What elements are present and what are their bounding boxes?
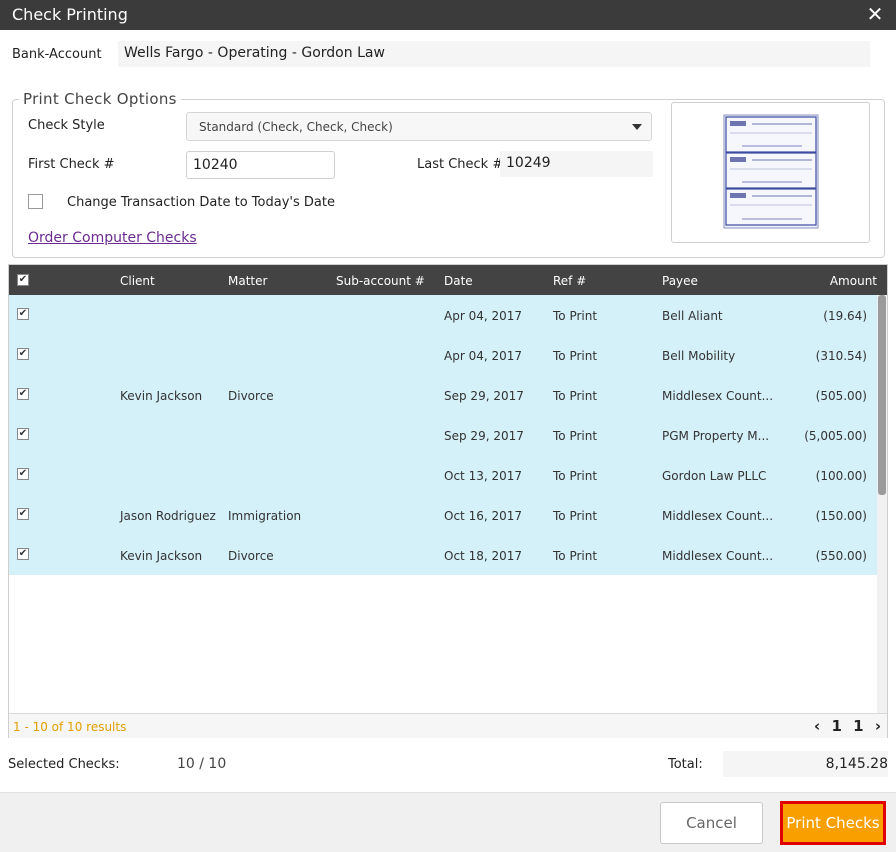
table-row[interactable]: ✔ Kevin Jackson Divorce Oct 18, 2017 To … [9,535,877,575]
cell-payee: Middlesex Count... [662,549,774,563]
cell-ref: To Print [553,349,598,363]
check-style-label: Check Style [28,118,105,133]
cell-ref: To Print [553,389,598,403]
header-ref[interactable]: Ref # [553,274,586,288]
cell-date: Oct 16, 2017 [444,509,522,523]
cell-ref: To Print [553,549,598,563]
checks-table: ✔ Client Matter Sub-account # Date Ref #… [8,264,888,738]
cell-payee: Middlesex Count... [662,509,774,523]
table-header: ✔ Client Matter Sub-account # Date Ref #… [9,265,887,295]
cell-date: Sep 29, 2017 [444,389,524,403]
print-checks-button[interactable]: Print Checks [780,801,886,845]
cell-payee: Bell Mobility [662,349,736,363]
row-checkbox[interactable]: ✔ [17,308,29,320]
table-row[interactable]: ✔ Apr 04, 2017 To Print Bell Aliant (19.… [9,295,877,335]
pager-next-icon[interactable]: › [875,717,881,735]
scrollbar-thumb[interactable] [878,295,886,495]
cell-ref: To Print [553,509,598,523]
cancel-button[interactable]: Cancel [660,802,763,844]
table-row[interactable]: ✔ Apr 04, 2017 To Print Bell Mobility (3… [9,335,877,375]
check-style-preview [671,102,870,243]
cell-payee: Middlesex Count... [662,389,774,403]
pager-prev-icon[interactable]: ‹ [814,717,820,735]
table-row[interactable]: ✔ Jason Rodriguez Immigration Oct 16, 20… [9,495,877,535]
cell-payee: PGM Property M... [662,429,770,443]
table-row[interactable]: ✔ Sep 29, 2017 To Print PGM Property M..… [9,415,877,455]
bank-account-field: Wells Fargo - Operating - Gordon Law [118,41,870,67]
window-title: Check Printing [12,5,128,24]
header-amount[interactable]: Amount [830,274,877,288]
selected-checks-label: Selected Checks: [8,757,120,772]
pager-page-first[interactable]: 1 [831,717,841,735]
cell-ref: To Print [553,429,598,443]
cell-date: Apr 04, 2017 [444,349,523,363]
results-count: 1 - 10 of 10 results [13,720,127,734]
cell-ref: To Print [553,469,598,483]
pager-page-current[interactable]: 1 [853,717,863,735]
cell-date: Oct 13, 2017 [444,469,522,483]
row-checkbox[interactable]: ✔ [17,428,29,440]
header-date[interactable]: Date [444,274,473,288]
header-matter[interactable]: Matter [228,274,267,288]
row-checkbox[interactable]: ✔ [17,548,29,560]
header-payee[interactable]: Payee [662,274,698,288]
cell-ref: To Print [553,309,598,323]
first-check-label: First Check # [28,157,115,172]
cell-date: Sep 29, 2017 [444,429,524,443]
cell-amount: (310.54) [815,349,867,363]
total-label: Total: [668,757,703,772]
table-row[interactable]: ✔ Oct 13, 2017 To Print Gordon Law PLLC … [9,455,877,495]
row-checkbox[interactable]: ✔ [17,508,29,520]
check-sheet-icon [723,114,819,229]
total-value: 8,145.28 [723,751,888,777]
last-check-field: 10249 [500,151,653,177]
table-body: ✔ Apr 04, 2017 To Print Bell Aliant (19.… [9,295,877,713]
change-date-label: Change Transaction Date to Today's Date [67,195,335,210]
cell-date: Oct 18, 2017 [444,549,522,563]
cell-matter: Divorce [228,549,274,563]
cell-client: Jason Rodriguez [120,509,216,523]
bank-account-label: Bank-Account [12,47,102,62]
check-style-select[interactable]: Standard (Check, Check, Check) [186,112,652,141]
cell-date: Apr 04, 2017 [444,309,523,323]
table-footer: 1 - 10 of 10 results ‹ 1 1 › [9,713,887,738]
cell-payee: Bell Aliant [662,309,723,323]
cell-matter: Divorce [228,389,274,403]
table-row[interactable]: ✔ Kevin Jackson Divorce Sep 29, 2017 To … [9,375,877,415]
cell-amount: (5,005.00) [804,429,867,443]
chevron-down-icon [632,124,642,130]
row-checkbox[interactable]: ✔ [17,348,29,360]
cell-amount: (100.00) [815,469,867,483]
cell-amount: (19.64) [823,309,867,323]
cell-amount: (505.00) [815,389,867,403]
select-all-checkbox[interactable]: ✔ [17,274,29,286]
last-check-label: Last Check # [417,157,504,172]
check-style-value: Standard (Check, Check, Check) [199,120,393,134]
cell-client: Kevin Jackson [120,549,203,563]
cell-amount: (150.00) [815,509,867,523]
cell-payee: Gordon Law PLLC [662,469,767,483]
first-check-input[interactable]: 10240 [186,151,335,179]
header-client[interactable]: Client [120,274,155,288]
change-date-checkbox[interactable] [28,194,43,209]
order-checks-link[interactable]: Order Computer Checks [28,230,197,246]
cell-client: Kevin Jackson [120,389,203,403]
cell-amount: (550.00) [815,549,867,563]
table-scrollbar[interactable] [877,295,887,713]
title-bar: Check Printing ✕ [0,0,896,30]
row-checkbox[interactable]: ✔ [17,388,29,400]
cell-matter: Immigration [228,509,302,523]
selected-checks-value: 10 / 10 [177,756,227,772]
header-subaccount[interactable]: Sub-account # [336,274,425,288]
close-icon[interactable]: ✕ [866,4,884,24]
pager: ‹ 1 1 › [808,717,881,735]
row-checkbox[interactable]: ✔ [17,468,29,480]
print-check-options-legend: Print Check Options [23,90,177,108]
